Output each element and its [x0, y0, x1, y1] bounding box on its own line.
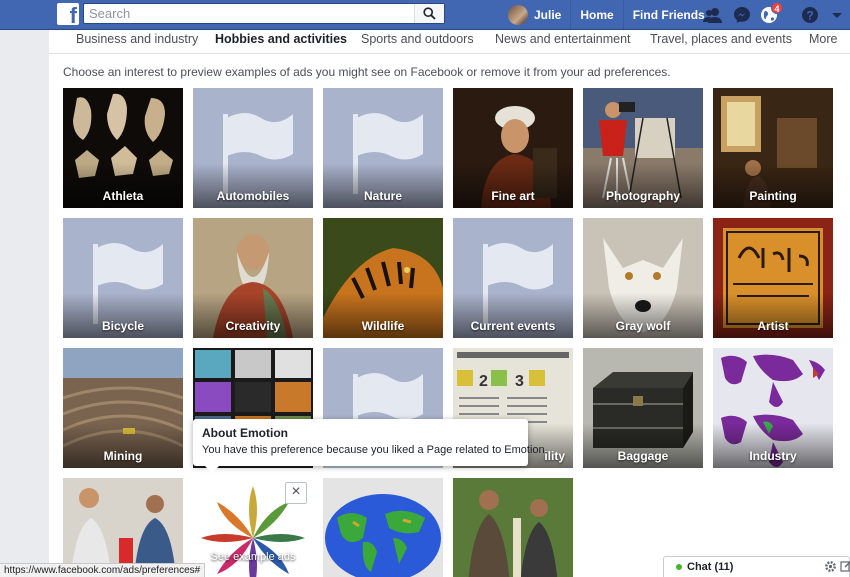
- search-icon: [423, 7, 436, 20]
- tile-label: Photography: [606, 189, 680, 203]
- tab-sports-and-outdoors[interactable]: Sports and outdoors: [361, 32, 474, 46]
- tile-label: Industry: [749, 449, 797, 463]
- svg-text:2: 2: [479, 373, 488, 390]
- interest-tile-hikers[interactable]: [453, 478, 573, 577]
- top-nav-links: Julie Home Find Friends: [508, 0, 714, 30]
- notifications-badge: 4: [771, 2, 783, 14]
- tab-business-and-industry[interactable]: Business and industry: [76, 32, 198, 46]
- tile-label: Mining: [103, 449, 143, 463]
- tab-travel-places-and-events[interactable]: Travel, places and events: [650, 32, 792, 46]
- logo-letter: f: [69, 3, 77, 25]
- tile-label: Fine art: [491, 189, 535, 203]
- see-example-ads-link[interactable]: See example ads: [193, 551, 313, 563]
- facebook-logo-icon[interactable]: f: [57, 3, 79, 25]
- tile-label: Nature: [363, 189, 402, 203]
- interest-tile-gray-wolf[interactable]: Gray wolf: [583, 218, 703, 338]
- interest-tile-industry[interactable]: Industry: [713, 348, 833, 468]
- chat-label: Chat (11): [687, 561, 734, 573]
- friend-requests-icon[interactable]: [702, 4, 724, 26]
- tab-news-and-entertainment[interactable]: News and entertainment: [495, 32, 631, 46]
- tile-label: Bicycle: [101, 319, 145, 333]
- svg-text:?: ?: [806, 9, 813, 23]
- search-box: [83, 3, 445, 24]
- compose-icon[interactable]: [840, 560, 850, 572]
- interest-tile-baggage[interactable]: Baggage: [583, 348, 703, 468]
- tooltip-title: About Emotion: [202, 426, 288, 440]
- interest-tile-bicycle[interactable]: Bicycle: [63, 218, 183, 338]
- help-icon[interactable]: ?: [799, 4, 821, 26]
- tab-hobbies-and-activities[interactable]: Hobbies and activities: [215, 32, 347, 46]
- interest-tile-fine-art[interactable]: Fine art: [453, 88, 573, 208]
- gear-icon[interactable]: [824, 560, 837, 573]
- interest-tile-automobiles[interactable]: Automobiles: [193, 88, 313, 208]
- remove-interest-button[interactable]: ×: [285, 482, 307, 504]
- chat-bar[interactable]: Chat (11): [663, 556, 850, 577]
- browser-status-url: https://www.facebook.com/ads/preferences…: [0, 563, 206, 577]
- interest-tile-painting[interactable]: Painting: [713, 88, 833, 208]
- tile-label: Gray wolf: [615, 319, 671, 333]
- tooltip-arrow: [205, 466, 219, 473]
- interest-tile-world-map[interactable]: [323, 478, 443, 577]
- home-link[interactable]: Home: [570, 0, 622, 30]
- tile-label: Baggage: [617, 449, 669, 463]
- search-input[interactable]: [84, 4, 414, 23]
- tile-label: Creativity: [225, 319, 281, 333]
- interest-tile-creativity[interactable]: Creativity: [193, 218, 313, 338]
- intro-text: Choose an interest to preview examples o…: [63, 65, 671, 79]
- interest-tile-wildlife[interactable]: Wildlife: [323, 218, 443, 338]
- messenger-icon[interactable]: [731, 4, 753, 26]
- world-map-green-image: [323, 478, 443, 577]
- online-status-icon: [676, 564, 682, 570]
- tooltip-body: You have this preference because you lik…: [202, 444, 548, 456]
- tile-label: Wildlife: [361, 319, 405, 333]
- interest-tooltip: About Emotion You have this preference b…: [193, 419, 548, 473]
- tile-label: Athleta: [102, 189, 144, 203]
- interest-tile-athleta[interactable]: Athleta: [63, 88, 183, 208]
- find-friends-link[interactable]: Find Friends: [622, 0, 714, 30]
- tile-label: Automobiles: [216, 189, 290, 203]
- profile-link[interactable]: Julie: [534, 0, 570, 30]
- avatar[interactable]: [508, 5, 528, 25]
- tile-label: Artist: [757, 319, 789, 333]
- svg-text:3: 3: [515, 373, 524, 390]
- top-navigation-bar: f Julie Home Find Friends 4 ?: [0, 0, 850, 30]
- hikers-jungle-image: [453, 478, 573, 577]
- interest-tile-current-events[interactable]: Current events: [453, 218, 573, 338]
- ad-preferences-panel: Business and industry Hobbies and activi…: [49, 30, 850, 577]
- interest-category-tabs: Business and industry Hobbies and activi…: [49, 30, 850, 54]
- tile-label: Painting: [749, 189, 797, 203]
- tile-label: Current events: [470, 319, 556, 333]
- left-gutter: [0, 30, 49, 577]
- interest-tile-artist[interactable]: Artist: [713, 218, 833, 338]
- interest-tile-nature[interactable]: Nature: [323, 88, 443, 208]
- tab-more[interactable]: More: [809, 32, 837, 46]
- interest-tile-photography[interactable]: Photography: [583, 88, 703, 208]
- account-menu-chevron-icon[interactable]: [826, 4, 848, 26]
- search-button[interactable]: [414, 4, 444, 23]
- interest-tile-mining[interactable]: Mining: [63, 348, 183, 468]
- interest-tile-emotion[interactable]: See example ads ×: [193, 478, 313, 577]
